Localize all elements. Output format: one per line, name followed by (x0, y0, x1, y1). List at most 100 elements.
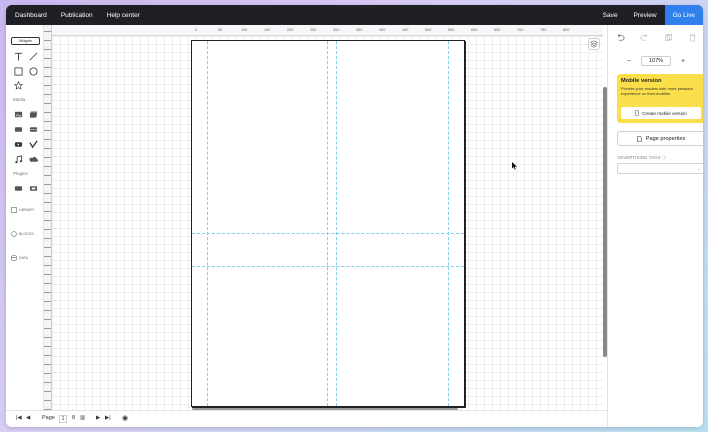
ruler-tick-label: 800 (563, 28, 570, 32)
ruler-tick-label: 750 (540, 28, 547, 32)
ruler-tick-label: 300 (333, 28, 340, 32)
nav-publication[interactable]: Publication (61, 12, 93, 19)
delete-icon[interactable] (688, 33, 697, 42)
chevron-down-icon: ⌄ (696, 166, 701, 172)
page-properties-label: Page properties (645, 135, 686, 142)
phone-icon (635, 110, 640, 116)
mouse-cursor-icon (512, 162, 517, 170)
document-icon (637, 135, 642, 142)
create-mobile-version-label: Create mobile version (642, 110, 687, 116)
row-guide (192, 233, 464, 234)
editor-canvas[interactable] (52, 36, 603, 411)
advertising-tags-text: ADVERTISING TAGS (617, 155, 661, 160)
ruler-tick-label: 200 (287, 28, 294, 32)
audio-icon[interactable] (13, 154, 23, 164)
layers-icon (590, 40, 598, 48)
preview-button[interactable]: Preview (625, 12, 664, 19)
library-label: LIBRARY (19, 208, 35, 212)
horizontal-ruler: 0 50 100 150 200 250 300 350 400 450 500 550 600 650 7… (52, 25, 603, 36)
vimeo-icon[interactable] (28, 139, 38, 149)
history-toolbar (608, 30, 703, 44)
duplicate-icon[interactable] (664, 33, 673, 42)
line-tool-icon[interactable] (28, 51, 38, 61)
create-mobile-version-button[interactable]: Create mobile version (621, 107, 701, 119)
ruler-tick-label: 550 (448, 28, 455, 32)
advertising-tags-label: ADVERTISING TAGS ⓘ (617, 155, 666, 161)
page-navigation-bar: |◀ ◀ Page 1 8 ▥ ▶ ▶| ◉ (6, 410, 607, 427)
ruler-tick-label: 150 (264, 28, 271, 32)
gallery-icon[interactable] (28, 109, 38, 119)
ruler-tick-label: 0 (195, 28, 198, 32)
embed-plugin-icon[interactable] (13, 183, 23, 193)
blocks-label: BLOCKS (19, 232, 34, 236)
page-number-field[interactable]: 1 (59, 415, 67, 423)
page-grid-icon[interactable]: ▥ (80, 415, 85, 421)
data-link[interactable]: DATA (11, 255, 28, 261)
advertising-tags-select[interactable]: ⌄ (617, 163, 703, 174)
redo-icon[interactable] (640, 33, 649, 42)
data-label: DATA (19, 256, 29, 260)
image-icon[interactable] (13, 109, 23, 119)
first-page-icon[interactable]: |◀ (16, 415, 22, 421)
library-icon (11, 207, 17, 213)
mobile-version-description: Provide your readers with more pleasant … (621, 86, 693, 96)
page-number-value: 1 (59, 415, 67, 423)
html-plugin-icon[interactable] (28, 183, 38, 193)
column-guide (336, 41, 337, 406)
soundcloud-icon[interactable] (28, 154, 38, 164)
last-page-icon[interactable]: ▶| (105, 415, 111, 421)
ruler-tick-label: 700 (517, 28, 524, 32)
data-icon (11, 255, 17, 261)
column-guide (448, 41, 449, 406)
ruler-tick-label: 450 (402, 28, 409, 32)
row-guide (192, 266, 464, 267)
nav-dashboard[interactable]: Dashboard (15, 12, 47, 19)
nav-help-center[interactable]: Help center (107, 12, 140, 19)
column-guide (207, 41, 208, 406)
mobile-version-title: Mobile version (621, 78, 662, 84)
rectangle-tool-icon[interactable] (13, 66, 23, 76)
blocks-link[interactable]: BLOCKS (11, 231, 34, 237)
slideshow-icon[interactable] (13, 124, 23, 134)
circle-tool-icon[interactable] (28, 66, 38, 76)
page-count: 8 (72, 415, 76, 421)
ruler-tick-label: 500 (425, 28, 432, 32)
app-window: Dashboard Publication Help center Save P… (6, 5, 703, 427)
page-properties-button[interactable]: Page properties (617, 131, 703, 146)
undo-icon[interactable] (616, 33, 625, 42)
star-tool-icon[interactable] (13, 80, 23, 90)
library-link[interactable]: LIBRARY (11, 207, 34, 213)
zoom-control: − 107% + (608, 54, 703, 68)
go-live-button[interactable]: Go Live (664, 5, 703, 25)
preview-eye-icon[interactable]: ◉ (122, 414, 128, 422)
ruler-tick-label: 650 (494, 28, 501, 32)
left-toolbar: Widgets Media Plugins LIBRARY BLOCKS DAT… (6, 25, 44, 410)
blocks-icon (11, 231, 17, 237)
plugins-section-label: Plugins (13, 171, 28, 176)
youtube-icon[interactable] (13, 139, 23, 149)
top-bar: Dashboard Publication Help center Save P… (6, 5, 703, 25)
top-actions: Save Preview Go Live (595, 5, 703, 25)
column-guide (327, 41, 328, 406)
media-section-label: Media (13, 97, 26, 102)
info-icon[interactable]: ⓘ (662, 155, 666, 160)
top-nav: Dashboard Publication Help center (15, 5, 140, 25)
ruler-tick-label: 600 (471, 28, 478, 32)
zoom-out-button[interactable]: − (627, 58, 631, 65)
ruler-tick-label: 400 (379, 28, 386, 32)
next-page-icon[interactable]: ▶ (96, 415, 100, 421)
previous-page-icon[interactable]: ◀ (26, 415, 30, 421)
layers-button[interactable] (588, 38, 600, 50)
carousel-icon[interactable] (28, 124, 38, 134)
vertical-ruler (44, 25, 52, 410)
widgets-tab[interactable]: Widgets (11, 37, 40, 45)
text-tool-icon[interactable] (13, 51, 23, 61)
page-label: Page (42, 415, 55, 421)
zoom-in-button[interactable]: + (681, 58, 685, 65)
save-button[interactable]: Save (595, 12, 626, 19)
mobile-version-card: Mobile version Provide your readers with… (617, 74, 703, 123)
ruler-tick-label: 100 (241, 28, 248, 32)
page-artboard[interactable] (191, 40, 465, 407)
ruler-tick-label: 250 (310, 28, 317, 32)
zoom-level-field[interactable]: 107% (641, 56, 671, 66)
